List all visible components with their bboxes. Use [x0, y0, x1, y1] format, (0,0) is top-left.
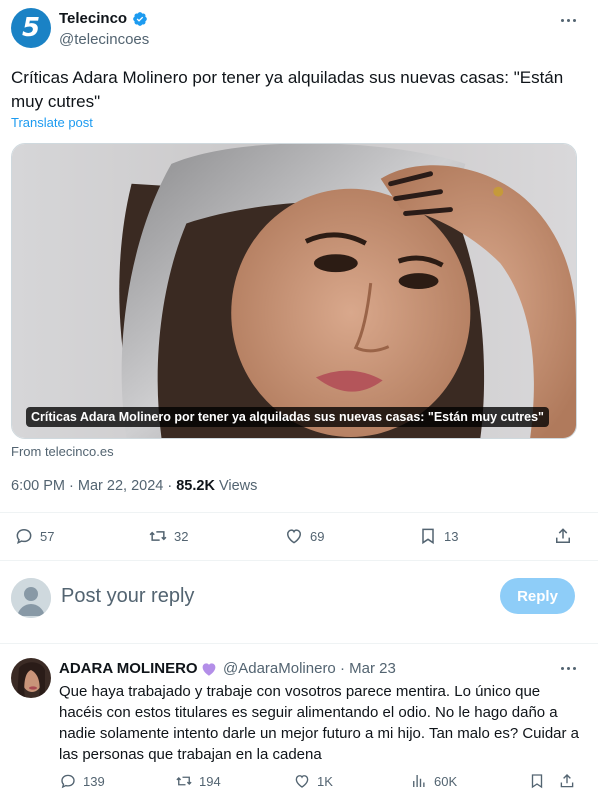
- reply-like-action[interactable]: 1K: [293, 772, 333, 790]
- more-dots-icon[interactable]: [556, 659, 580, 677]
- reply-views-count: 60K: [434, 773, 458, 789]
- reply-repost-count: 194: [199, 773, 221, 789]
- repost-icon: [149, 531, 167, 541]
- reply-author-handle[interactable]: @AdaraMolinero · Mar 23: [223, 660, 396, 677]
- reply-action[interactable]: 57: [14, 526, 54, 546]
- reply-button[interactable]: Reply: [500, 578, 575, 614]
- reply-input[interactable]: Post your reply: [61, 585, 194, 608]
- more-dots-icon[interactable]: [556, 11, 580, 29]
- link-card[interactable]: Críticas Adara Molinero por tener ya alq…: [11, 143, 577, 439]
- reply-bookmark-action[interactable]: [528, 772, 546, 790]
- views-count: 85.2K: [176, 478, 215, 494]
- repost-action[interactable]: 32: [148, 526, 188, 546]
- bookmark-icon: [422, 528, 434, 545]
- divider: [0, 643, 598, 644]
- heart-icon: [295, 775, 309, 788]
- author-handle[interactable]: @telecincoes: [59, 31, 149, 48]
- like-action[interactable]: 69: [284, 526, 324, 546]
- comment-icon: [16, 528, 32, 545]
- bookmark-action[interactable]: 13: [418, 526, 458, 546]
- post-timestamp: 6:00 PM · Mar 22, 2024 · 85.2K Views: [11, 478, 257, 494]
- reply-text: Que haya trabajado y trabaje con vosotro…: [59, 683, 580, 763]
- card-source[interactable]: From telecinco.es: [11, 444, 114, 459]
- author-name[interactable]: Telecinco: [59, 10, 127, 27]
- translate-post-link[interactable]: Translate post: [11, 115, 93, 130]
- avatar-logo-text: 5: [21, 13, 41, 43]
- card-caption: Críticas Adara Molinero por tener ya alq…: [26, 407, 549, 427]
- repost-icon: [176, 776, 192, 786]
- share-icon: [556, 528, 570, 543]
- reply-author-name[interactable]: ADARA MOLINERO: [59, 660, 198, 677]
- repost-count: 32: [174, 528, 189, 544]
- purple-heart-icon: [202, 663, 216, 676]
- reply-like-count: 1K: [317, 773, 333, 789]
- default-avatar-icon: [11, 578, 51, 618]
- reply-views-action[interactable]: 60K: [410, 772, 457, 790]
- share-action[interactable]: [553, 526, 573, 546]
- current-user-avatar[interactable]: [11, 578, 51, 618]
- reply-reply-action[interactable]: 139: [59, 772, 105, 790]
- reply-reply-count: 139: [83, 773, 105, 789]
- reply-count: 57: [40, 528, 55, 544]
- comment-icon: [61, 774, 75, 789]
- reply-repost-action[interactable]: 194: [175, 772, 221, 790]
- divider: [0, 560, 598, 561]
- views-label: Views: [214, 478, 258, 494]
- author-avatar[interactable]: 5: [11, 8, 51, 48]
- verified-badge-icon: [133, 12, 147, 26]
- heart-icon: [286, 529, 302, 544]
- post-time[interactable]: 6:00 PM · Mar 22, 2024 ·: [11, 478, 176, 494]
- post-text: Críticas Adara Molinero por tener ya alq…: [11, 68, 564, 111]
- article-photo: [12, 144, 576, 438]
- like-count: 69: [310, 528, 325, 544]
- share-icon: [560, 774, 574, 788]
- reply-author-photo: [11, 658, 51, 698]
- analytics-icon: [413, 775, 425, 787]
- divider: [0, 512, 598, 513]
- bookmark-count: 13: [444, 528, 459, 544]
- reply-share-action[interactable]: [558, 772, 576, 790]
- bookmark-icon: [531, 774, 543, 789]
- reply-author-avatar[interactable]: [11, 658, 51, 698]
